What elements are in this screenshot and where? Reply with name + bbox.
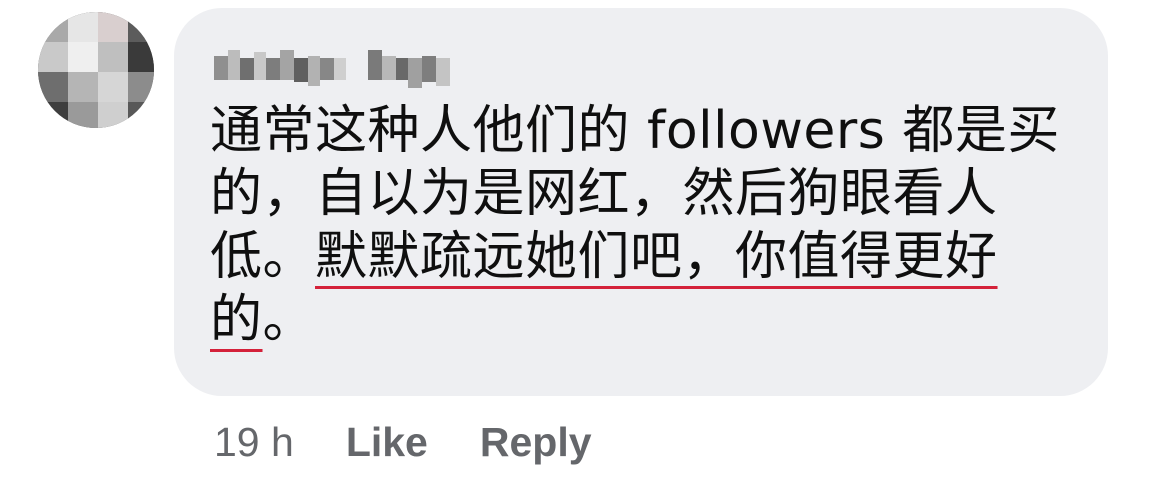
like-button[interactable]: Like	[346, 419, 428, 466]
avatar[interactable]	[38, 12, 154, 128]
comment-actions: 19 h Like Reply	[214, 412, 592, 472]
comment-text-tail: 。	[262, 290, 316, 350]
blurred-name-image	[214, 50, 450, 88]
comment-timestamp[interactable]: 19 h	[214, 419, 294, 466]
comment-text-highlighted: 默默疏远她们吧，你值得更好的	[210, 227, 998, 350]
reply-button[interactable]: Reply	[480, 419, 592, 466]
author-name-blurred[interactable]	[210, 42, 460, 90]
avatar-blurred-image	[38, 12, 154, 128]
comment-text: 通常这种人他们的 followers 都是买的，自以为是网红，然后狗眼看人低。默…	[210, 100, 1090, 352]
